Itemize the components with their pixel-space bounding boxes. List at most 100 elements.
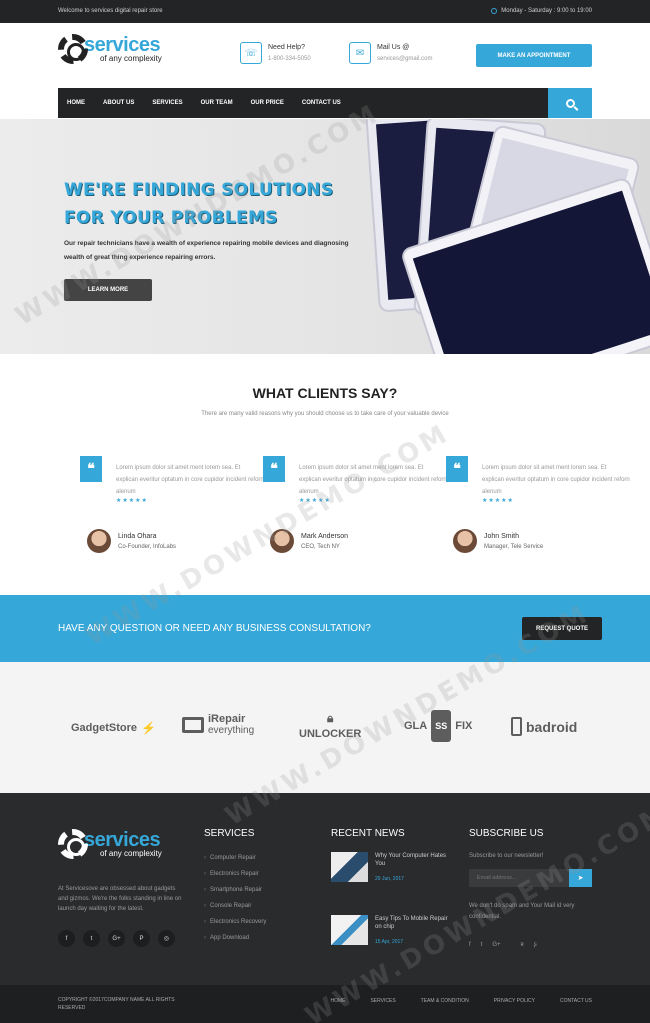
- pinterest-icon[interactable]: P: [133, 930, 150, 947]
- testimonial-text: Lorem ipsum dolor sit amet ment lorem se…: [482, 465, 630, 495]
- header: services of any complexity ☏ Need Help? …: [0, 23, 650, 88]
- bottom-link-privacy[interactable]: PRIVACY POLICY: [494, 998, 535, 1004]
- bottom-links: HOME SERVICES TEAM & CONDITION PRIVACY P…: [330, 998, 592, 1004]
- footer: services of any complexity At Servicesov…: [0, 793, 650, 985]
- hero-banner: WE'RE FINDING SOLUTIONS FOR YOUR PROBLEM…: [0, 119, 650, 354]
- services-heading: SERVICES: [204, 828, 255, 839]
- partner-unlocker[interactable]: 🔒︎ UNLOCKER: [299, 711, 361, 740]
- hero-text: Our repair technicians have a wealth of …: [64, 240, 349, 261]
- facebook-icon[interactable]: f: [469, 942, 471, 948]
- consultation-band: HAVE ANY QUESTION OR NEED ANY BUSINESS C…: [0, 595, 650, 662]
- spam-notice: We don't do spam and Your Mail id very c…: [469, 903, 575, 920]
- author-name: Linda Ohara: [118, 532, 157, 540]
- service-link[interactable]: Console Repair: [204, 903, 266, 919]
- footer-logo[interactable]: services of any complexity: [58, 829, 162, 859]
- bottom-link-contact[interactable]: CONTACT US: [560, 998, 592, 1004]
- twitter-icon[interactable]: t: [481, 942, 483, 948]
- partner-irepair[interactable]: iRepair everything: [182, 714, 254, 736]
- help-phone[interactable]: 1-800-334-5050: [268, 56, 311, 62]
- rating-stars: ★★★★★: [482, 498, 514, 504]
- testimonial-author: Linda Ohara Co-Founder, InfoLabs: [87, 529, 176, 553]
- gear-icon: [58, 829, 88, 859]
- service-link[interactable]: Electronics Recovery: [204, 919, 266, 935]
- nav-item-about[interactable]: ABOUT US: [103, 100, 134, 106]
- google-plus-icon[interactable]: G+: [492, 942, 500, 948]
- testimonial-text: Lorem ipsum dolor sit amet ment lorem se…: [299, 465, 447, 495]
- news-title[interactable]: Why Your Computer Hates You: [375, 852, 450, 868]
- google-plus-icon[interactable]: G+: [108, 930, 125, 947]
- skype-icon[interactable]: ʂ: [534, 942, 537, 948]
- nav-item-services[interactable]: SERVICES: [152, 100, 182, 106]
- service-link[interactable]: Smartphone Repair: [204, 887, 266, 903]
- rating-stars: ★★★★★: [116, 498, 148, 504]
- instagram-icon[interactable]: ◎: [158, 930, 175, 947]
- partner-gadgetstore[interactable]: GadgetStore ⚡: [71, 721, 156, 735]
- nav-item-team[interactable]: OUR TEAM: [201, 100, 233, 106]
- author-role: CEO, Tech NY: [301, 543, 340, 550]
- learn-more-button[interactable]: LEARN MORE: [64, 279, 152, 301]
- phone-icon: ☏: [240, 42, 262, 64]
- service-link[interactable]: Electronics Repair: [204, 871, 266, 887]
- clock-icon: [491, 8, 498, 14]
- search-icon: [565, 98, 575, 108]
- service-link[interactable]: Computer Repair: [204, 855, 266, 871]
- facebook-icon[interactable]: f: [58, 930, 75, 947]
- partner-badroid[interactable]: badroid: [511, 717, 577, 736]
- bottom-link-terms[interactable]: TEAM & CONDITION: [421, 998, 469, 1004]
- bottom-link-services[interactable]: SERVICES: [370, 998, 395, 1004]
- clients-subtitle: There are many valid reasons why you sho…: [201, 411, 449, 417]
- send-icon: ➤: [577, 875, 584, 882]
- news-title[interactable]: Easy Tips To Mobile Repair on chip: [375, 915, 450, 931]
- bottom-bar: COPYRIGHT ©2017COMPANY NAME ALL RIGHTS R…: [0, 985, 650, 1023]
- help-title: Need Help?: [268, 44, 305, 51]
- twitter-icon[interactable]: t: [83, 930, 100, 947]
- welcome-text: Welcome to services digital repair store: [58, 8, 163, 14]
- service-link[interactable]: App Download: [204, 935, 266, 951]
- nav-item-contact[interactable]: CONTACT US: [302, 100, 341, 106]
- logo-tagline: of any complexity: [100, 54, 162, 63]
- copyright: COPYRIGHT ©2017COMPANY NAME ALL RIGHTS R…: [58, 997, 175, 1011]
- news-thumbnail[interactable]: [331, 915, 368, 945]
- avatar: [87, 529, 111, 553]
- avatar: [270, 529, 294, 553]
- phone-outline-icon: SS: [431, 710, 452, 742]
- quote-icon: ❝: [446, 456, 468, 482]
- plug-icon: ⚡: [141, 721, 156, 735]
- subscribe-send-button[interactable]: ➤: [569, 869, 592, 887]
- news-heading: RECENT NEWS: [331, 828, 405, 839]
- subscribe-text: Subscribe to our newsletter!: [469, 853, 544, 859]
- opening-hours: Monday - Saturday : 9:00 to 19:00: [491, 8, 592, 14]
- search-button[interactable]: [548, 88, 592, 118]
- make-appointment-button[interactable]: MAKE AN APPOINTMENT: [476, 44, 592, 67]
- testimonial-author: John Smith Manager, Tele Service: [453, 529, 543, 553]
- top-bar: Welcome to services digital repair store…: [0, 0, 650, 23]
- news-thumbnail[interactable]: [331, 852, 368, 882]
- clients-section-title: WHAT CLIENTS SAY?: [252, 385, 398, 401]
- partner-glassfix[interactable]: GLA SS FIX: [404, 710, 472, 742]
- hero-title: WE'RE FINDING SOLUTIONS FOR YOUR PROBLEM…: [64, 180, 334, 228]
- help-contact: ☏ Need Help? 1-800-334-5050: [240, 42, 311, 64]
- author-name: Mark Anderson: [301, 532, 349, 540]
- mail-title: Mail Us @: [377, 44, 410, 51]
- avatar: [453, 529, 477, 553]
- subscribe-socials: f t G+ ʀ ʂ: [469, 942, 537, 948]
- email-input[interactable]: [469, 869, 569, 887]
- request-quote-button[interactable]: REQUEST QUOTE: [522, 617, 602, 640]
- nav-item-home[interactable]: HOME: [67, 100, 85, 106]
- rss-icon[interactable]: ʀ: [521, 942, 524, 948]
- nav-item-price[interactable]: OUR PRICE: [251, 100, 284, 106]
- partner-logos: GadgetStore ⚡ iRepair everything 🔒︎ UNLO…: [0, 662, 650, 793]
- consultation-question: HAVE ANY QUESTION OR NEED ANY BUSINESS C…: [58, 623, 371, 634]
- footer-socials: f t G+ P ◎: [58, 930, 175, 947]
- subscribe-heading: SUBSCRIBE US: [469, 828, 544, 839]
- mail-address[interactable]: services@gmail.com: [377, 56, 432, 62]
- author-role: Co-Founder, InfoLabs: [118, 543, 177, 550]
- bottom-link-home[interactable]: HOME: [330, 998, 345, 1004]
- smartphone-icon: [511, 717, 522, 736]
- services-list: Computer Repair Electronics Repair Smart…: [204, 855, 266, 951]
- news-date: 29 Jun, 2017: [375, 876, 404, 882]
- site-logo[interactable]: services of any complexity: [58, 34, 162, 64]
- quote-icon: ❝: [263, 456, 285, 482]
- news-date: 15 Apr, 2017: [375, 939, 404, 945]
- rating-stars: ★★★★★: [299, 498, 331, 504]
